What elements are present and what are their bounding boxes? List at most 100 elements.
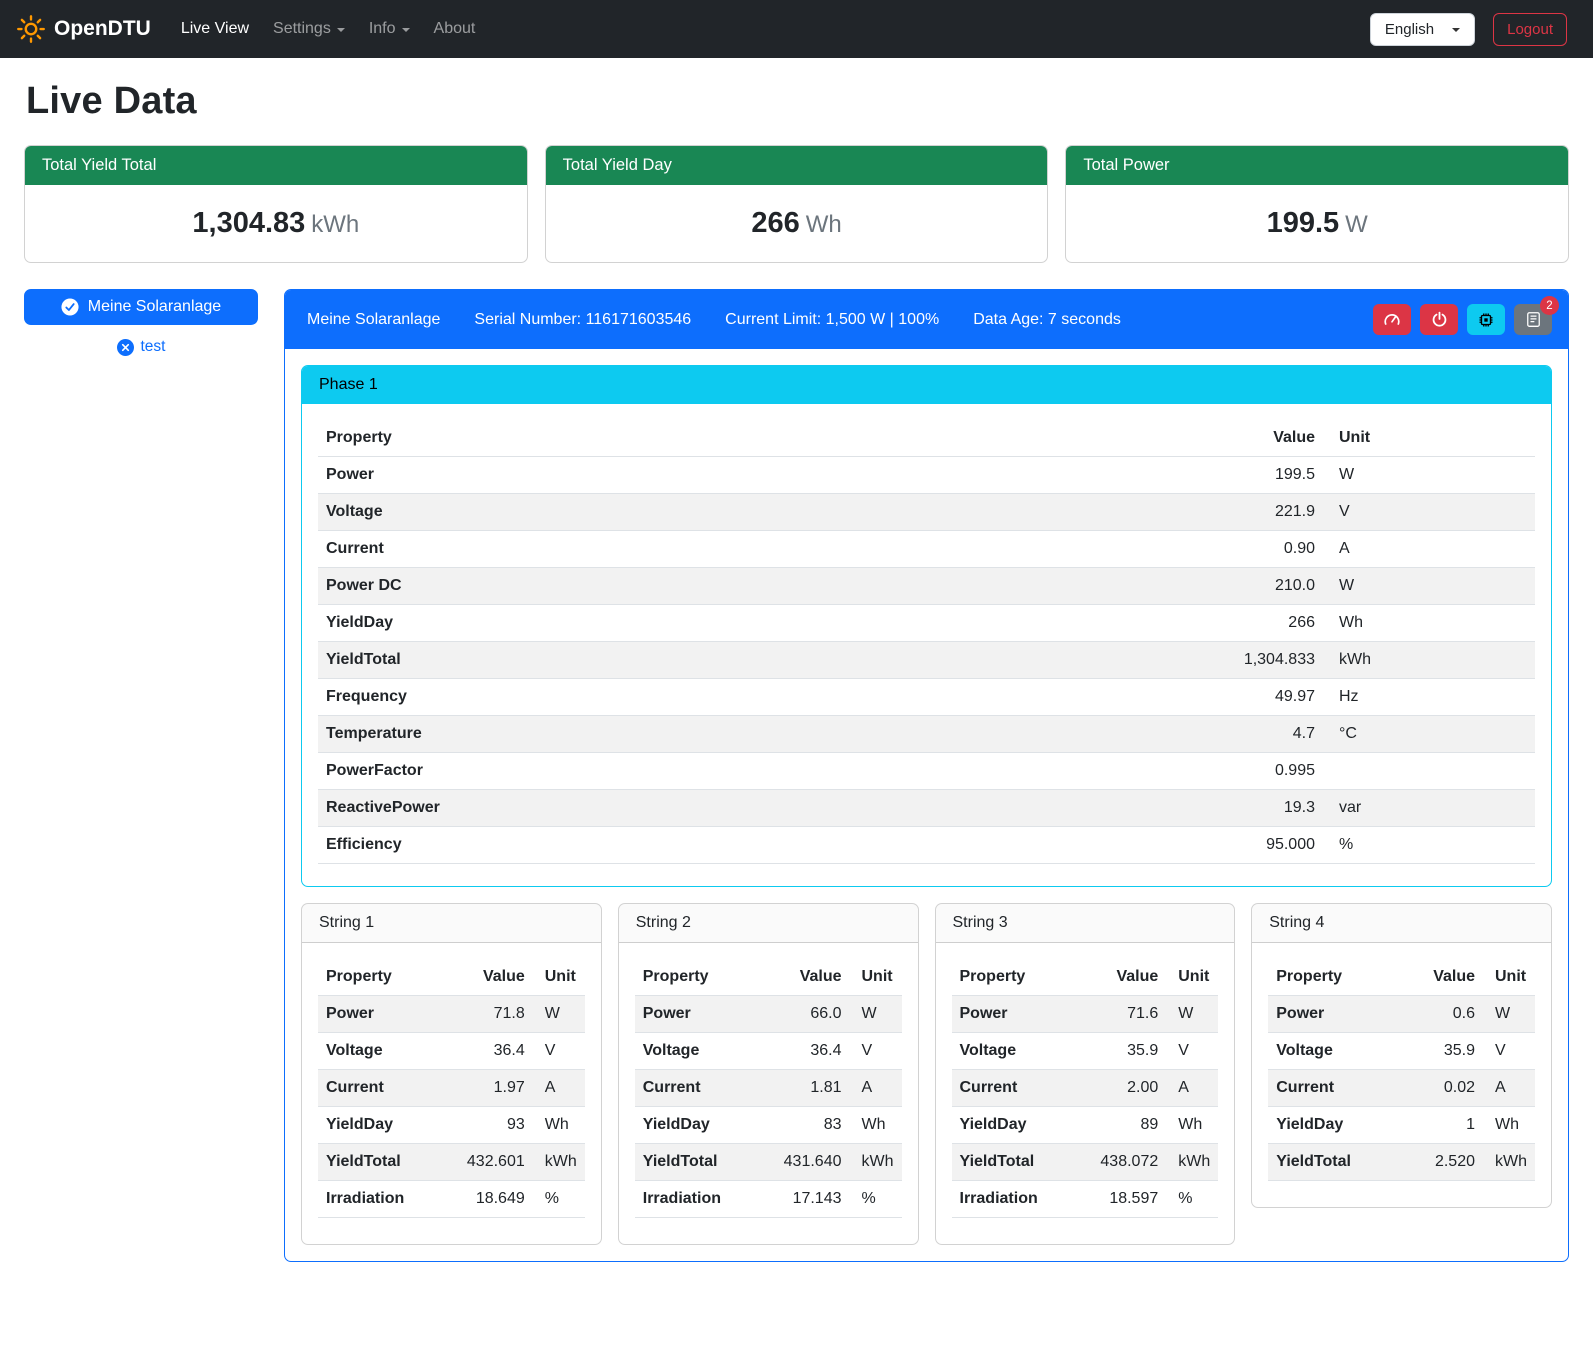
inverter-data-age: Data Age: 7 seconds: [973, 311, 1121, 329]
unit-cell: V: [1166, 1033, 1218, 1070]
property-cell: Irradiation: [318, 1181, 455, 1218]
string-1-card: String 1 Property Value Unit: [301, 903, 602, 1245]
value-cell: 199.5: [1193, 457, 1323, 494]
property-cell: Voltage: [318, 1033, 455, 1070]
value-cell: 89: [1088, 1107, 1166, 1144]
nav-item-settings[interactable]: Settings: [261, 12, 357, 46]
language-select[interactable]: English: [1370, 13, 1475, 46]
value-cell: 95.000: [1193, 827, 1323, 864]
check-circle-icon: [61, 298, 79, 316]
value-column-header: Value: [772, 959, 850, 996]
total-power-unit: W: [1345, 211, 1368, 238]
table-row: Voltage 36.4 V: [635, 1033, 902, 1070]
value-cell: 93: [455, 1107, 533, 1144]
unit-cell: kWh: [1323, 642, 1535, 679]
inverter-item-test[interactable]: test: [24, 338, 258, 356]
page-title: Live Data: [26, 80, 1569, 123]
value-cell: 1: [1405, 1107, 1483, 1144]
table-row: Voltage 36.4 V: [318, 1033, 585, 1070]
unit-cell: A: [533, 1070, 585, 1107]
unit-cell: Hz: [1323, 679, 1535, 716]
power-icon: [1431, 311, 1448, 328]
property-cell: Irradiation: [952, 1181, 1089, 1218]
table-row: Current 0.90 A: [318, 531, 1535, 568]
brand[interactable]: OpenDTU: [16, 14, 151, 44]
property-cell: Efficiency: [318, 827, 1193, 864]
unit-cell: kWh: [533, 1144, 585, 1181]
unit-cell: V: [1483, 1033, 1535, 1070]
property-cell: Current: [952, 1070, 1089, 1107]
unit-cell: %: [1323, 827, 1535, 864]
inverter-card-header: Meine Solaranlage Serial Number: 1161716…: [285, 290, 1568, 349]
card-title: Total Power: [1066, 146, 1568, 185]
cpu-icon: [1477, 311, 1495, 329]
property-cell: YieldDay: [952, 1107, 1089, 1144]
total-yield-total-card: Total Yield Total 1,304.83kWh: [24, 145, 528, 263]
unit-cell: %: [850, 1181, 902, 1218]
value-cell: 66.0: [772, 996, 850, 1033]
table-row: Current 2.00 A: [952, 1070, 1219, 1107]
string-3-card: String 3 Property Value Unit: [935, 903, 1236, 1245]
unit-cell: %: [1166, 1181, 1218, 1218]
string-4-card: String 4 Property Value Unit: [1251, 903, 1552, 1208]
string-2-title: String 2: [619, 904, 918, 943]
inverter-select-button[interactable]: Meine Solaranlage: [24, 289, 258, 325]
strings-row: String 1 Property Value Unit: [301, 903, 1552, 1245]
event-log-button[interactable]: 2: [1514, 304, 1552, 335]
table-row: Power 0.6 W: [1268, 996, 1535, 1033]
table-row: Voltage 35.9 V: [952, 1033, 1219, 1070]
nav-item-about[interactable]: About: [422, 12, 488, 46]
value-cell: 438.072: [1088, 1144, 1166, 1181]
unit-cell: W: [1166, 996, 1218, 1033]
table-row: YieldTotal 2.520 kWh: [1268, 1144, 1535, 1181]
chevron-down-icon: [402, 28, 410, 32]
table-row: YieldTotal 438.072 kWh: [952, 1144, 1219, 1181]
property-cell: Voltage: [635, 1033, 772, 1070]
string-3-title: String 3: [936, 904, 1235, 943]
limit-settings-button[interactable]: [1373, 304, 1411, 335]
total-yield-day-unit: Wh: [806, 211, 842, 238]
value-cell: 49.97: [1193, 679, 1323, 716]
unit-cell: V: [533, 1033, 585, 1070]
table-row: Irradiation 18.597 %: [952, 1181, 1219, 1218]
device-info-button[interactable]: [1467, 304, 1505, 335]
value-cell: 2.00: [1088, 1070, 1166, 1107]
unit-cell: Wh: [1166, 1107, 1218, 1144]
value-cell: 1.97: [455, 1070, 533, 1107]
string-1-title: String 1: [302, 904, 601, 943]
nav-item-info[interactable]: Info: [357, 12, 422, 46]
total-power-value: 199.5: [1267, 207, 1340, 239]
power-button[interactable]: [1420, 304, 1458, 335]
unit-cell: W: [533, 996, 585, 1033]
table-row: PowerFactor 0.995: [318, 753, 1535, 790]
value-cell: 17.143: [772, 1181, 850, 1218]
unit-column-header: Unit: [533, 959, 585, 996]
property-column-header: Property: [318, 959, 455, 996]
total-yield-total-value: 1,304.83: [192, 207, 305, 239]
table-row: Voltage 221.9 V: [318, 494, 1535, 531]
table-row: YieldDay 93 Wh: [318, 1107, 585, 1144]
table-header-row: Property Value Unit: [1268, 959, 1535, 996]
table-row: Efficiency 95.000 %: [318, 827, 1535, 864]
table-row: Frequency 49.97 Hz: [318, 679, 1535, 716]
logout-button[interactable]: Logout: [1493, 13, 1567, 46]
table-row: YieldTotal 431.640 kWh: [635, 1144, 902, 1181]
nav-item-live-view[interactable]: Live View: [169, 12, 261, 46]
nav-item-info-label: Info: [369, 20, 396, 38]
phase-1-title: Phase 1: [302, 366, 1551, 404]
property-cell: Frequency: [318, 679, 1193, 716]
brand-label: OpenDTU: [54, 17, 151, 41]
table-row: Temperature 4.7 °C: [318, 716, 1535, 753]
property-cell: Irradiation: [635, 1181, 772, 1218]
value-cell: 210.0: [1193, 568, 1323, 605]
string-1-table: Property Value Unit Power: [318, 959, 585, 1218]
unit-cell: W: [1483, 996, 1535, 1033]
table-row: Current 1.81 A: [635, 1070, 902, 1107]
table-row: YieldTotal 1,304.833 kWh: [318, 642, 1535, 679]
property-column-header: Property: [318, 420, 1193, 457]
table-row: Voltage 35.9 V: [1268, 1033, 1535, 1070]
unit-column-header: Unit: [1166, 959, 1218, 996]
value-cell: 18.649: [455, 1181, 533, 1218]
unit-cell: W: [1323, 568, 1535, 605]
table-header-row: Property Value Unit: [318, 959, 585, 996]
